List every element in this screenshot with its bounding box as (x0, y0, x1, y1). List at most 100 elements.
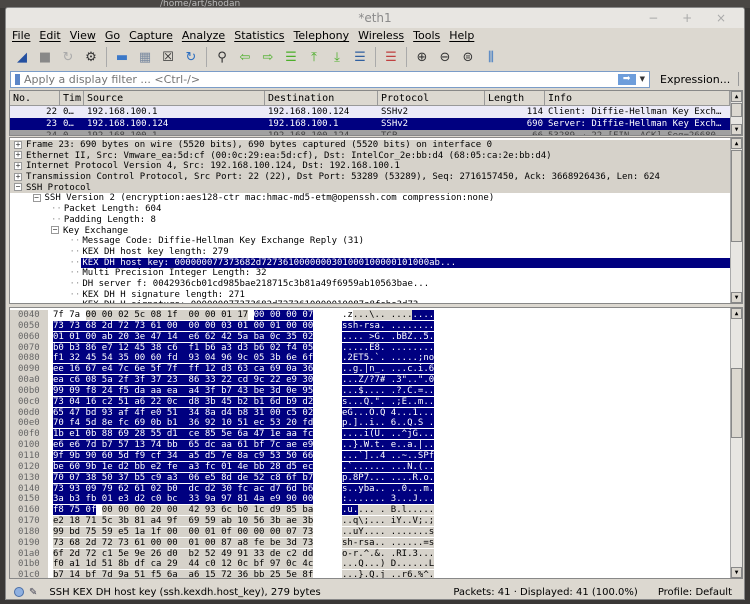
hex-byte[interactable]: bb (253, 570, 265, 578)
hex-ascii[interactable]: .`...... ...N.(.. (342, 461, 437, 473)
hex-bytes[interactable]: be 60 9b 1e d2 bb e2 fe a3 fc 01 4e bb 2… (51, 461, 326, 473)
hex-byte[interactable]: e6 (188, 331, 200, 342)
hex-byte[interactable]: 33 (188, 494, 200, 505)
window-controls[interactable]: − + × (648, 8, 736, 28)
hex-byte[interactable]: 00 (286, 310, 297, 320)
hex-byte[interactable]: 2d (101, 320, 113, 331)
hex-byte[interactable]: 16 (69, 364, 81, 375)
hex-byte[interactable]: e9 (269, 494, 281, 505)
hex-byte[interactable]: bd (85, 407, 97, 418)
hex-byte[interactable]: 00 (253, 320, 265, 331)
hex-byte[interactable]: 69 (188, 516, 200, 527)
hex-byte[interactable]: 04 (204, 353, 216, 364)
hex-byte[interactable]: 00 (101, 505, 113, 516)
hex-ascii[interactable]: .2ET5.`. .....;no (342, 353, 437, 364)
hex-byte[interactable]: 4a (253, 494, 265, 505)
hex-byte[interactable]: 5a (101, 375, 113, 386)
hex-byte[interactable]: 00 (204, 310, 216, 320)
hex-byte[interactable]: 75 (85, 526, 97, 537)
hex-byte[interactable]: 09 (85, 483, 97, 494)
hex-byte[interactable]: 08 (150, 310, 162, 320)
hex-byte[interactable]: bb (253, 461, 265, 472)
hex-byte[interactable]: 1f (166, 310, 178, 320)
hex-byte[interactable]: c9 (150, 472, 162, 483)
detail-row[interactable]: ·· KEX DH host key: 000000077373682d72736… (10, 257, 742, 269)
hex-byte[interactable]: 75 (69, 505, 81, 516)
hex-byte[interactable]: 28 (134, 429, 146, 440)
detail-row[interactable]: + Frame 23: 690 bytes on wire (5520 bits)… (10, 140, 742, 151)
detail-row[interactable]: + Transmission Control Protocol, Src Port… (10, 172, 742, 183)
hex-byte[interactable]: 10 (237, 516, 249, 527)
hex-byte[interactable]: 87 (221, 537, 232, 548)
hex-byte[interactable]: f8 (53, 505, 64, 516)
hex-byte[interactable]: d2 (204, 483, 216, 494)
hex-byte[interactable]: d5 (286, 461, 297, 472)
hex-byte[interactable]: cf (150, 450, 162, 461)
scroll-down-icon[interactable]: ▼ (731, 292, 742, 303)
hex-byte[interactable]: 09 (69, 385, 81, 396)
hex-byte[interactable]: 23 (166, 375, 178, 386)
hex-byte[interactable]: 07 (286, 526, 297, 537)
hex-ascii[interactable]: .u.... . B.l..... (342, 505, 437, 516)
hex-bytes[interactable]: f0 a1 1d 51 8b df ca 29 44 c0 12 0c bf 9… (51, 559, 326, 570)
detail-row[interactable]: ·· DH server f: 0042936cb01cd985bae218715… (10, 279, 742, 290)
hex-byte[interactable]: 00 (188, 310, 200, 320)
hex-byte[interactable]: 33 (204, 375, 216, 386)
hex-byte[interactable]: 95 (302, 385, 314, 396)
hex-byte[interactable]: 02 (302, 407, 314, 418)
hex-bytes[interactable]: 73 73 68 2d 72 73 61 00 00 00 03 01 00 0… (51, 320, 326, 332)
column-header-protocol[interactable]: Protocol (378, 91, 485, 105)
hex-bytes[interactable]: 99 bd 75 59 e5 1a 1f 00 00 01 0f 00 00 0… (51, 526, 326, 538)
hex-byte[interactable]: b7 (53, 570, 64, 578)
hex-byte[interactable]: 01 (69, 331, 81, 342)
hex-byte[interactable]: 65 (188, 440, 200, 451)
hex-byte[interactable]: 8f (302, 570, 314, 578)
hex-byte[interactable]: 45 (85, 353, 97, 364)
hex-byte[interactable]: 3b (302, 516, 314, 527)
hex-byte[interactable]: 6e (134, 364, 146, 375)
hex-byte[interactable]: 4f (134, 407, 146, 418)
hex-byte[interactable]: 5a (237, 331, 249, 342)
collapse-icon[interactable]: − (51, 226, 59, 234)
hex-byte[interactable]: e9 (286, 375, 297, 386)
hex-byte[interactable]: 22 (221, 375, 232, 386)
hex-byte[interactable]: ab (221, 516, 232, 527)
hex-byte[interactable]: 22 (269, 375, 281, 386)
expand-icon[interactable]: + (14, 151, 22, 160)
hex-byte[interactable]: 60 (150, 353, 162, 364)
hex-byte[interactable]: 00 (118, 505, 129, 516)
hex-ascii[interactable]: ..uY.... .......s (342, 526, 437, 538)
hex-byte[interactable]: 00 (166, 526, 178, 537)
hex-byte[interactable]: 8e (101, 418, 113, 429)
hex-ascii[interactable]: p.8P7... ....R.o. (342, 472, 437, 484)
hex-ascii[interactable]: ...Q...) D......L (342, 559, 437, 570)
hex-byte[interactable]: 61 (134, 483, 146, 494)
column-header-source[interactable]: Source (84, 91, 265, 105)
hex-byte[interactable]: 6d (269, 396, 281, 407)
hex-byte[interactable]: 5e (286, 570, 297, 578)
colorize-icon[interactable]: ☰ (381, 47, 401, 67)
detail-row[interactable]: ·· Multi Precision Integer Length: 32 (10, 268, 742, 279)
hex-byte[interactable]: e1 (69, 429, 81, 440)
menu-telephony[interactable]: Telephony (294, 28, 350, 43)
hex-byte[interactable]: ba (253, 331, 265, 342)
hex-byte[interactable]: 45 (134, 342, 146, 353)
hex-byte[interactable]: 5d (118, 450, 129, 461)
hex-ascii[interactable]: ..g.|n_. ...c.i.6 (342, 364, 437, 375)
hex-byte[interactable]: a4 (150, 516, 162, 527)
hex-byte[interactable]: 7f (166, 364, 178, 375)
hex-byte[interactable]: 9e (134, 548, 146, 559)
hex-bytes[interactable]: 73 93 09 79 62 61 02 b0 dc d2 30 fc ac d… (51, 483, 326, 495)
hex-byte[interactable]: fe (253, 537, 265, 548)
hex-byte[interactable]: d2 (134, 494, 146, 505)
hex-byte[interactable]: 3e (134, 331, 146, 342)
expand-icon[interactable]: + (14, 140, 22, 149)
hex-byte[interactable]: da (134, 385, 146, 396)
go-back-icon[interactable]: ⇦ (235, 47, 255, 67)
hex-byte[interactable]: 62 (204, 331, 216, 342)
hex-byte[interactable]: ea (166, 385, 178, 396)
scroll-up-icon[interactable]: ▲ (731, 138, 742, 149)
hex-byte[interactable]: 1b (53, 429, 64, 440)
hex-byte[interactable]: aa (286, 429, 297, 440)
hex-byte[interactable]: 9a (118, 570, 129, 578)
